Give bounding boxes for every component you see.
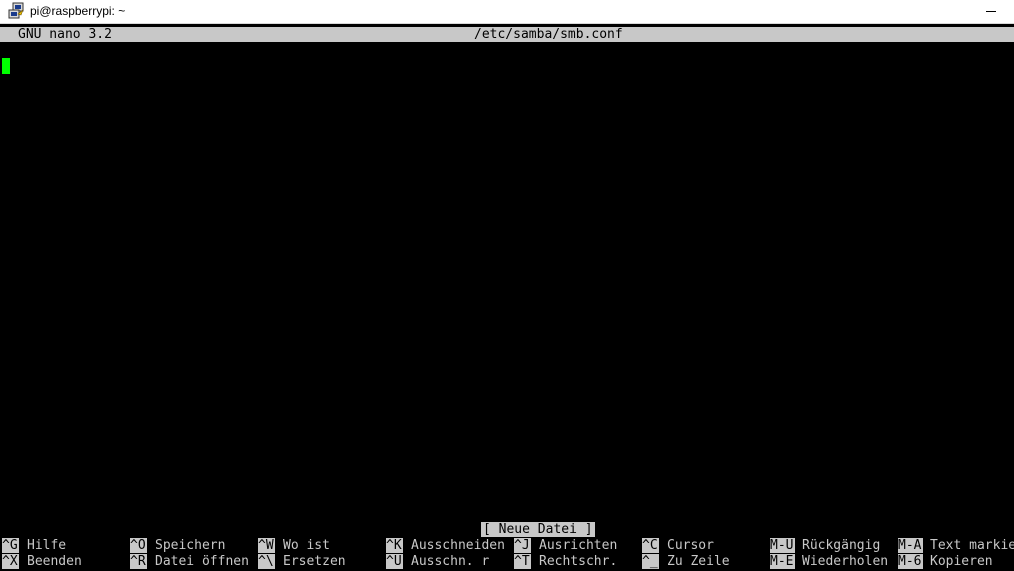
shortcut-key: ^G [2,538,19,553]
shortcut-label: Text markie [930,538,1014,553]
shortcut-label: Hilfe [27,538,67,553]
nano-version: GNU nano 3.2 [18,27,112,42]
shortcut-exit[interactable]: ^X Beenden [2,554,82,569]
status-message: [ Neue Datei ] [481,522,595,537]
shortcut-key: M-6 [898,554,923,569]
shortcut-key: ^U [386,554,403,569]
shortcut-label: Ausschn. r [411,554,490,569]
shortcut-cursor-position[interactable]: ^C Cursor [642,538,714,553]
shortcut-mark-text[interactable]: M-A Text markie [898,538,1014,553]
shortcut-justify[interactable]: ^J Ausrichten [514,538,617,553]
minimize-icon [986,11,996,12]
shortcut-label: Wo ist [283,538,330,553]
shortcut-key: M-E [770,554,795,569]
shortcut-cut[interactable]: ^K Ausschneiden [386,538,505,553]
shortcut-label: Cursor [667,538,714,553]
shortcut-copy[interactable]: M-6 Kopieren [898,554,993,569]
shortcut-key: ^X [2,554,19,569]
shortcut-label: Datei öffnen [155,554,249,569]
shortcut-label: Ausschneiden [411,538,505,553]
shortcut-label: Beenden [27,554,82,569]
shortcut-key: ^T [514,554,531,569]
shortcut-save[interactable]: ^O Speichern [130,538,225,553]
shortcut-key: M-A [898,538,923,553]
shortcut-key: ^\ [258,554,275,569]
shortcut-where-is[interactable]: ^W Wo ist [258,538,330,553]
shortcut-key: M-U [770,538,795,553]
shortcut-label: Zu Zeile [667,554,730,569]
shortcut-label: Ausrichten [539,538,618,553]
shortcut-go-to-line[interactable]: ^_ Zu Zeile [642,554,730,569]
nano-header-bar: GNU nano 3.2 /etc/samba/smb.conf [0,27,1014,42]
shortcut-spell-check[interactable]: ^T Rechtschr. [514,554,617,569]
shortcut-label: Kopieren [930,554,993,569]
text-cursor [2,58,10,74]
shortcut-key: ^_ [642,554,659,569]
shortcut-label: Speichern [155,538,226,553]
shortcut-help[interactable]: ^G Hilfe [2,538,66,553]
shortcut-key: ^J [514,538,531,553]
window-titlebar: pi@raspberrypi: ~ [0,0,1014,24]
shortcut-label: Wiederholen [802,554,889,569]
shortcut-label: Rechtschr. [539,554,618,569]
putty-icon[interactable] [7,2,25,20]
shortcut-redo[interactable]: M-E Wiederholen [770,554,888,569]
minimize-button[interactable] [968,0,1014,24]
shortcut-label: Rückgängig [802,538,881,553]
shortcut-key: ^W [258,538,275,553]
shortcut-uncut[interactable]: ^U Ausschn. r [386,554,489,569]
shortcut-key: ^K [386,538,403,553]
terminal-area[interactable]: GNU nano 3.2 /etc/samba/smb.conf [ Neue … [0,25,1014,571]
shortcut-key: ^C [642,538,659,553]
shortcut-replace[interactable]: ^\ Ersetzen [258,554,346,569]
shortcut-label: Ersetzen [283,554,346,569]
shortcut-key: ^O [130,538,147,553]
window-title: pi@raspberrypi: ~ [30,4,126,18]
file-name: /etc/samba/smb.conf [474,27,623,42]
shortcut-undo[interactable]: M-U Rückgängig [770,538,880,553]
shortcut-key: ^R [130,554,147,569]
shortcut-read-file[interactable]: ^R Datei öffnen [130,554,249,569]
